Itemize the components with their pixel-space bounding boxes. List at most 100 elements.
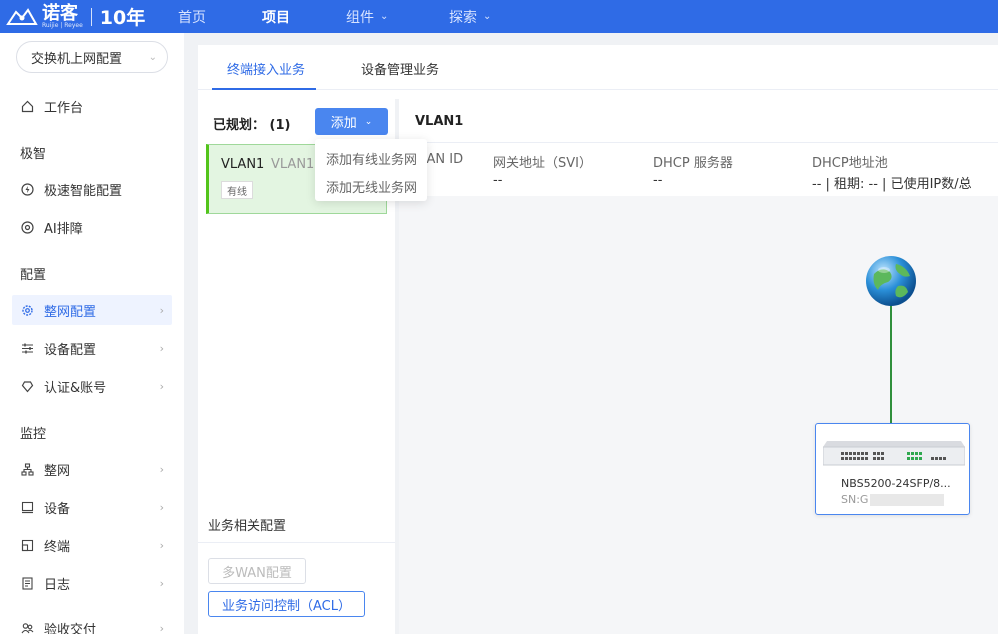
- col-value-dhcp-server: --: [653, 173, 663, 188]
- users-icon: [20, 621, 34, 634]
- sidebar-item-label: 整网: [44, 463, 71, 479]
- bolt-icon: [20, 182, 34, 196]
- col-label-dhcp-pool: DHCP地址池: [812, 156, 888, 171]
- topology-icon: [20, 462, 34, 476]
- internet-globe-icon[interactable]: [864, 254, 918, 308]
- nav-project-label: 项目: [262, 9, 290, 26]
- menu-item-add-wired[interactable]: 添加有线业务网: [326, 149, 417, 168]
- chevron-right-icon: ›: [159, 303, 164, 317]
- switch-device-icon: [823, 441, 965, 466]
- tab-terminal-access[interactable]: 终端接入业务: [227, 59, 305, 78]
- chevron-down-icon: ⌄: [364, 116, 373, 127]
- sidebar-item-network-config[interactable]: 整网配置 ›: [12, 295, 172, 325]
- menu-item-add-wireless[interactable]: 添加无线业务网: [326, 177, 417, 196]
- main-content: 终端接入业务 设备管理业务 已规划： (1) 添加 ⌄ VLAN1 VLAN1 …: [198, 45, 998, 634]
- tab-bar: 终端接入业务 设备管理业务: [198, 45, 998, 90]
- sidebar-item-label: 日志: [44, 577, 71, 593]
- sidebar-item-label: 验收交付: [44, 622, 97, 634]
- chevron-right-icon: ›: [159, 341, 164, 355]
- group-title-zhi: 极智: [20, 147, 47, 162]
- vlan-detail-panel: VLAN1 LAN ID 网关地址（SVI） -- DHCP 服务器 -- DH…: [399, 99, 998, 634]
- chevron-right-icon: ›: [159, 621, 164, 634]
- tab-device-management[interactable]: 设备管理业务: [361, 59, 439, 78]
- sidebar-item-device-config[interactable]: 设备配置 ›: [12, 333, 172, 363]
- planned-number: (1): [269, 118, 291, 133]
- log-icon: [20, 576, 34, 590]
- sidebar-item-smart-config[interactable]: 极速智能配置: [12, 174, 172, 204]
- sidebar-item-acceptance[interactable]: 验收交付 ›: [12, 613, 172, 634]
- sidebar-item-log[interactable]: 日志 ›: [12, 568, 172, 598]
- chevron-down-icon: ⌄: [483, 11, 492, 22]
- service-list-panel: 已规划： (1) 添加 ⌄ VLAN1 VLAN1 有线 添加有线业务网 添加无…: [198, 99, 427, 634]
- terminal-icon: [20, 538, 34, 552]
- chevron-right-icon: ›: [159, 576, 164, 590]
- vlan-card-subtitle: VLAN1: [271, 157, 315, 172]
- group-title-config: 配置: [20, 268, 47, 283]
- add-button[interactable]: 添加 ⌄: [315, 108, 388, 135]
- sliders-icon: [20, 341, 34, 355]
- logo-name: 诺客: [42, 2, 78, 24]
- home-icon: [20, 99, 34, 113]
- serial-redaction: [870, 493, 945, 506]
- nav-home-label: 首页: [178, 9, 206, 26]
- sidebar: 交换机上网配置 ⌄ 工作台 极智 极速智能配置 AI排障 配置 整网配置 › 设…: [0, 33, 184, 634]
- multi-wan-button[interactable]: 多WAN配置: [208, 558, 306, 584]
- multi-wan-label: 多WAN配置: [222, 565, 292, 581]
- shield-icon: [20, 379, 34, 393]
- topology-link-line: [890, 300, 892, 426]
- chevron-right-icon: ›: [159, 500, 164, 514]
- nav-project[interactable]: 项目: [262, 0, 290, 33]
- top-navbar: 诺客 Ruijie | Reyee 10年 首页 项目 组件 ⌄ 探索 ⌄: [0, 0, 998, 33]
- chevron-right-icon: ›: [159, 379, 164, 393]
- vlan-card-tag: 有线: [221, 181, 253, 199]
- nav-components[interactable]: 组件 ⌄: [346, 0, 388, 33]
- tab-active-indicator: [212, 88, 316, 90]
- sidebar-item-ai-troubleshoot[interactable]: AI排障: [12, 212, 172, 242]
- planned-label: 已规划：: [213, 118, 266, 133]
- nav-components-label: 组件: [346, 9, 374, 26]
- sidebar-item-workbench[interactable]: 工作台: [12, 91, 172, 121]
- group-title-monitor: 监控: [20, 427, 47, 442]
- sidebar-item-network[interactable]: 整网 ›: [12, 454, 172, 484]
- section-divider: [198, 542, 395, 543]
- brand-logo[interactable]: 诺客 Ruijie | Reyee 10年: [0, 0, 178, 33]
- sidebar-item-label: 极速智能配置: [44, 183, 123, 199]
- sidebar-item-label: 终端: [44, 539, 71, 555]
- logo-mark-icon: [6, 7, 38, 25]
- gear-icon: [20, 303, 34, 317]
- chevron-down-icon: ⌄: [148, 51, 157, 63]
- device-icon: [20, 500, 34, 514]
- logo-anniversary: 10年: [99, 7, 146, 29]
- project-selector[interactable]: 交换机上网配置 ⌄: [16, 41, 168, 73]
- vlan-detail-title: VLAN1: [415, 114, 464, 129]
- sidebar-item-label: 整网配置: [44, 304, 97, 320]
- acl-button[interactable]: 业务访问控制（ACL）: [208, 591, 365, 617]
- vlan-info-row: LAN ID 网关地址（SVI） -- DHCP 服务器 -- DHCP地址池 …: [399, 143, 998, 196]
- sidebar-item-label: AI排障: [44, 221, 83, 237]
- chevron-right-icon: ›: [159, 538, 164, 552]
- device-card[interactable]: NBS5200-24SFP/8... SN:G: [815, 423, 970, 515]
- chevron-down-icon: ⌄: [380, 11, 389, 22]
- sidebar-item-auth-account[interactable]: 认证&账号 ›: [12, 371, 172, 401]
- nav-home[interactable]: 首页: [178, 0, 206, 33]
- logo-subtext: Ruijie | Reyee: [42, 21, 83, 29]
- nav-explore-label: 探索: [449, 9, 477, 26]
- add-button-label: 添加: [330, 116, 357, 131]
- sidebar-item-device[interactable]: 设备 ›: [12, 492, 172, 522]
- sidebar-item-label: 设备: [44, 501, 71, 517]
- nav-explore[interactable]: 探索 ⌄: [449, 0, 491, 33]
- sidebar-item-label: 认证&账号: [44, 380, 107, 396]
- col-value-dhcp-pool: -- | 租期: -- | 已使用IP数/总: [812, 177, 972, 192]
- device-name: NBS5200-24SFP/8...: [841, 477, 951, 490]
- sidebar-item-label: 工作台: [44, 100, 84, 116]
- planned-count: 已规划： (1): [213, 114, 290, 133]
- vlan-detail-header: VLAN1: [399, 99, 998, 143]
- device-serial: SN:G: [841, 493, 945, 506]
- col-value-gateway: --: [493, 173, 503, 188]
- logo-separator: [90, 7, 92, 26]
- add-dropdown-menu: 添加有线业务网 添加无线业务网: [315, 139, 427, 201]
- project-selector-value: 交换机上网配置: [31, 51, 123, 67]
- sidebar-item-terminal[interactable]: 终端 ›: [12, 530, 172, 560]
- col-label-dhcp-server: DHCP 服务器: [653, 156, 733, 171]
- ai-icon: [20, 220, 34, 234]
